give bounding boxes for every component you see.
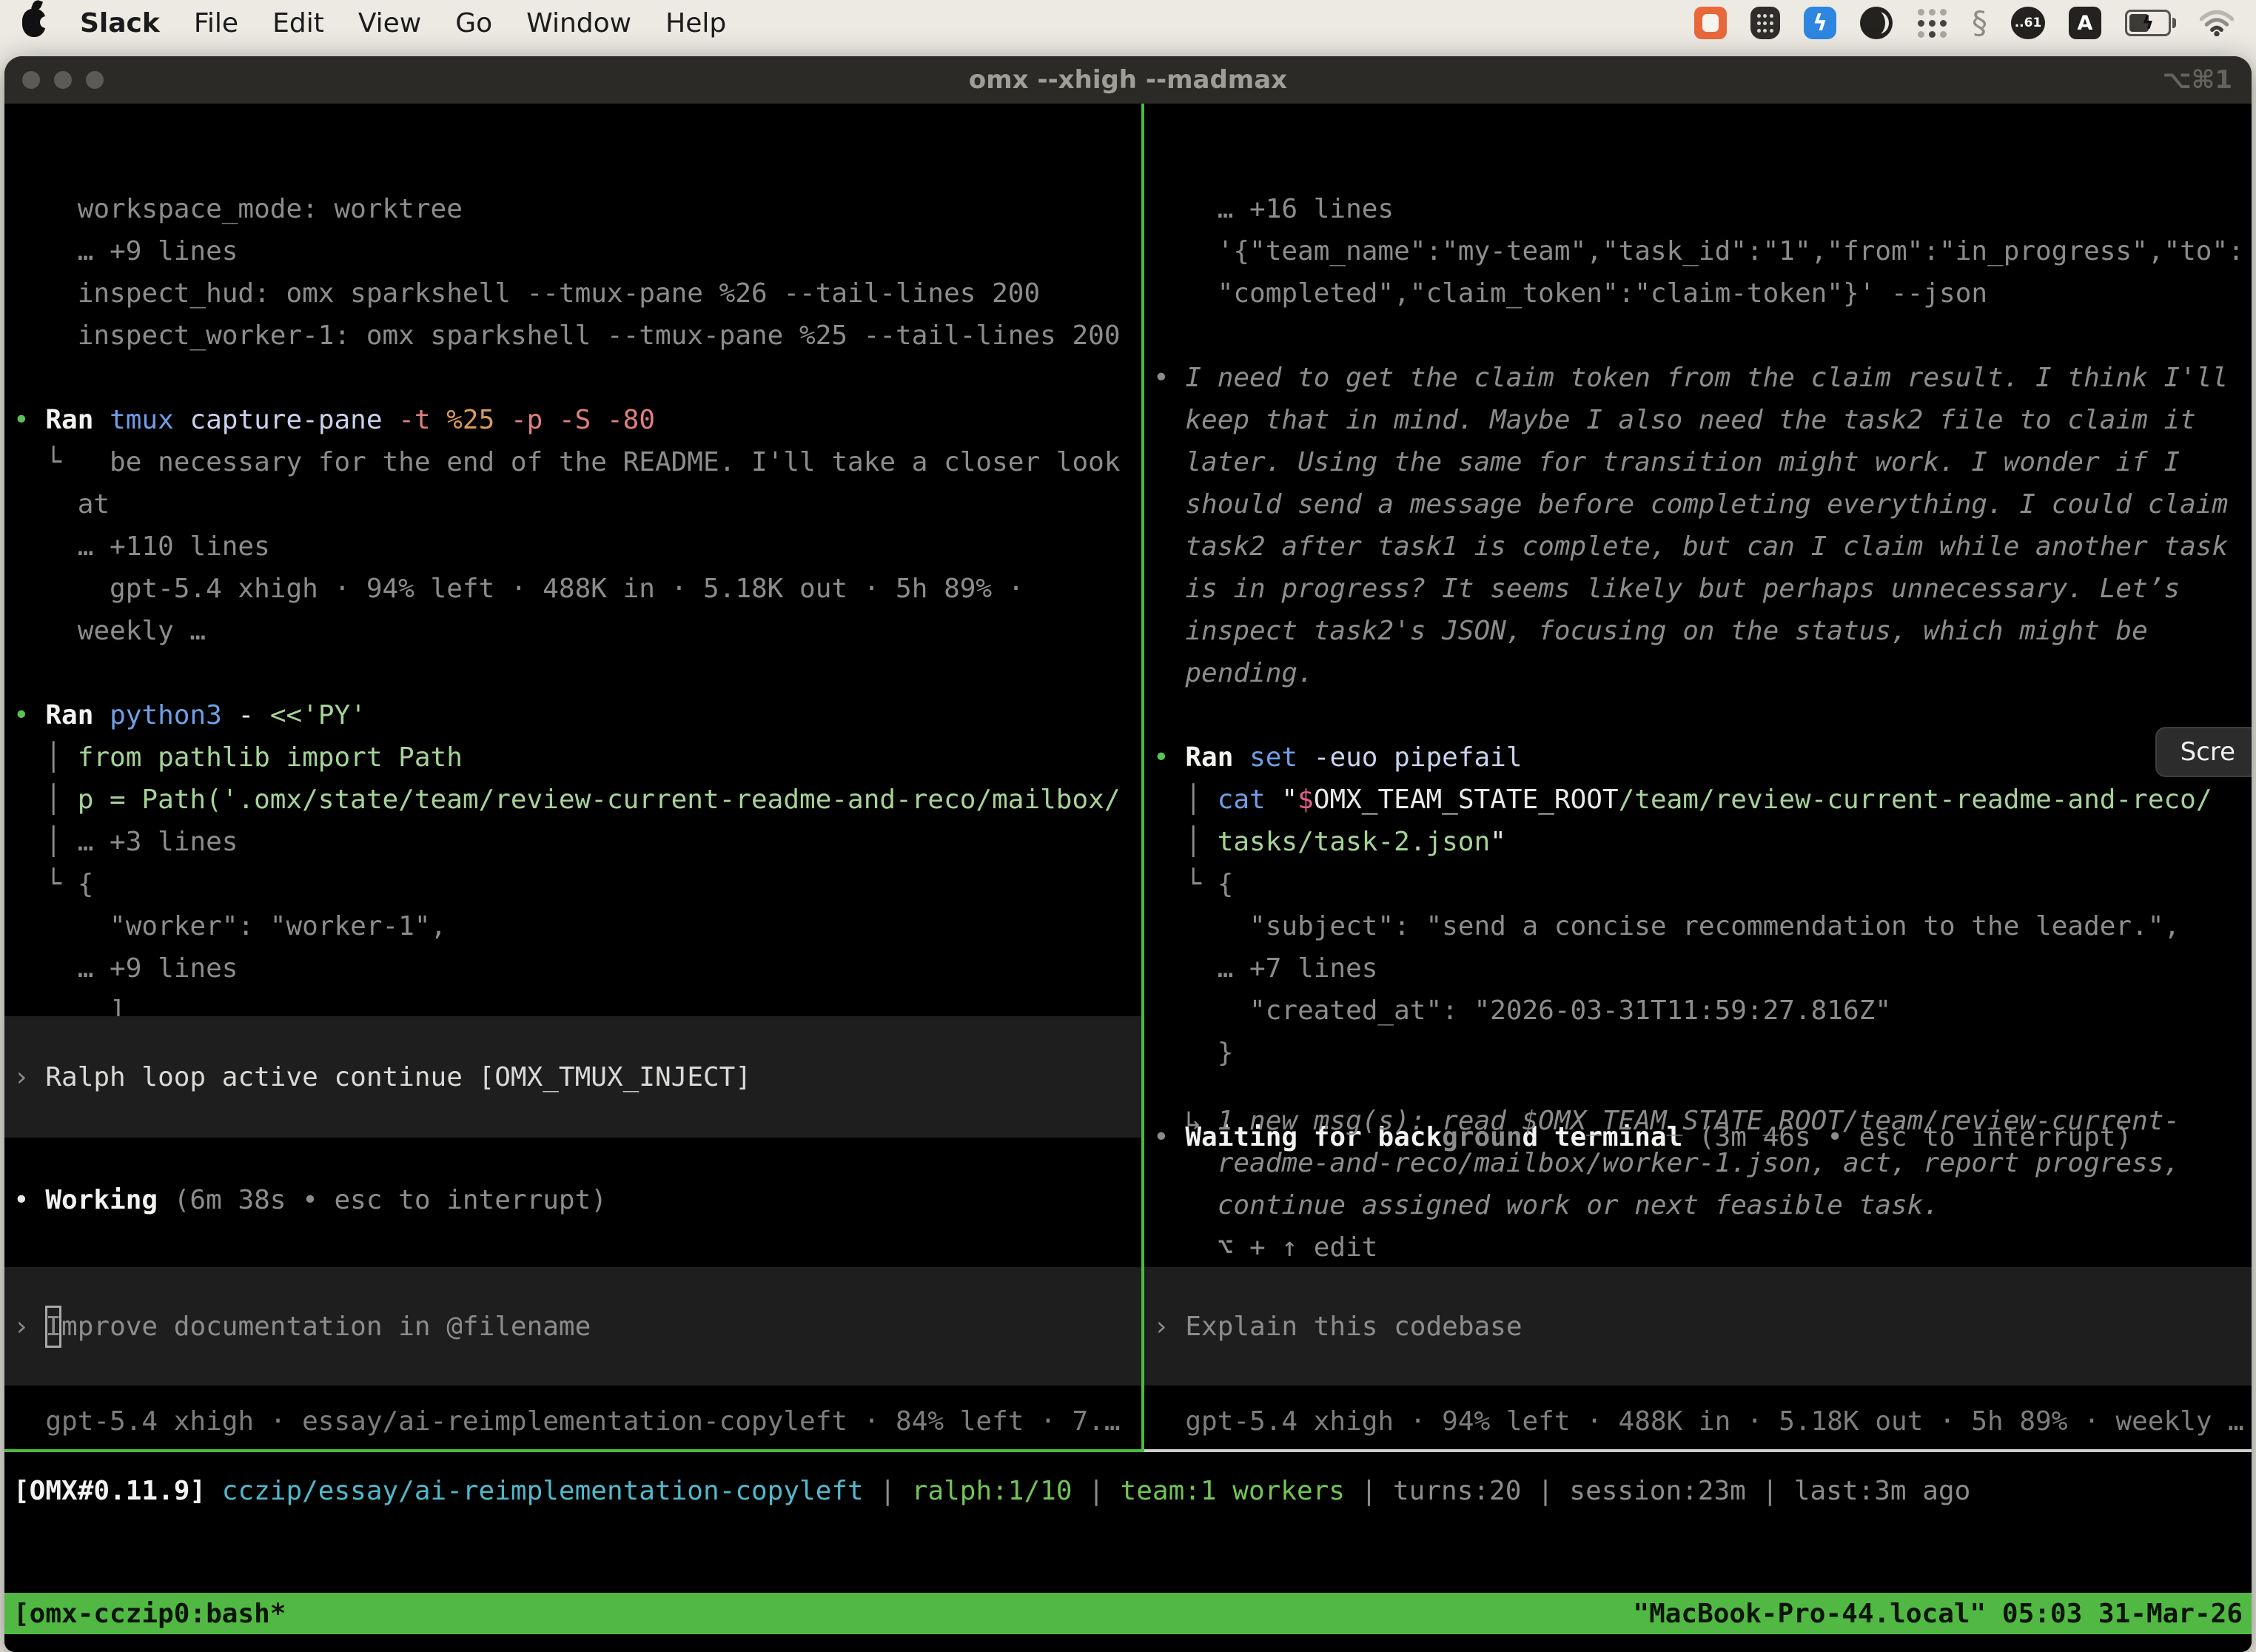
- terminal-line: • Ran python3 - <<'PY': [4, 694, 1141, 736]
- terminal-line: • Ran tmux capture-pane -t %25 -p -S -80: [4, 399, 1141, 441]
- terminal-line: │ from pathlib import Path: [4, 736, 1141, 779]
- terminal-line: should send a message before completing …: [1144, 483, 2252, 526]
- terminal-line: … +9 lines: [4, 230, 1141, 272]
- menu-help[interactable]: Help: [665, 8, 726, 38]
- left-command-input[interactable]: › Improve documentation in @filename: [4, 1267, 1141, 1386]
- terminal-content: workspace_mode: worktree … +9 lines insp…: [4, 104, 2252, 1652]
- terminal-line: ↳ 1 new msg(s): read $OMX_TEAM_STATE_ROO…: [1144, 1100, 2252, 1142]
- macos-menu-bar: Slack File Edit View Go Window Help ϟ § ..61 Aϟ: [0, 0, 2256, 46]
- menubar-status-icons: ϟ § ..61 Aϟ: [1694, 7, 2234, 39]
- terminal-line: keep that in mind. Maybe I also need the…: [1144, 399, 2252, 441]
- terminal-line: task2 after task1 is complete, but can I…: [1144, 526, 2252, 568]
- inject-banner-line: › Ralph loop active continue [OMX_TMUX_I…: [13, 1056, 751, 1098]
- terminal-line: │ p = Path('.omx/state/team/review-curre…: [4, 779, 1141, 821]
- terminal-line: "subject": "send a concise recommendatio…: [1144, 905, 2252, 947]
- right-pane-lines: … +16 lines '{"team_name":"my-team","tas…: [1144, 188, 2252, 1158]
- terminal-line: ⌥ + ↑ edit: [1144, 1226, 2252, 1269]
- terminal-line: inspect task2's JSON, focusing on the st…: [1144, 610, 2252, 652]
- terminal-line: inspect_hud: omx sparkshell --tmux-pane …: [4, 272, 1141, 315]
- terminal-line: … +16 lines: [1144, 188, 2252, 230]
- tmux-session-label: [omx-cczip0:bash*: [13, 1593, 286, 1635]
- terminal-line: • I need to get the claim token from the…: [1144, 357, 2252, 399]
- menu-left: Slack File Edit View Go Window Help: [22, 8, 726, 38]
- window-shortcut-hint: ⌥⌘1: [2163, 65, 2232, 95]
- terminal-line: gpt-5.4 xhigh · 94% left · 488K in · 5.1…: [4, 568, 1141, 610]
- tmux-inject-banner: › Ralph loop active continue [OMX_TMUX_I…: [4, 1016, 1141, 1138]
- close-button[interactable]: [22, 71, 40, 89]
- terminal-line: … +110 lines: [4, 526, 1141, 568]
- right-command-input[interactable]: › Explain this codebase: [1144, 1267, 2252, 1386]
- terminal-line: inspect_worker-1: omx sparkshell --tmux-…: [4, 315, 1141, 357]
- window-title-bar: omx --xhigh --madmax ⌥⌘1: [4, 56, 2252, 104]
- terminal-line: [4, 357, 1141, 399]
- orange-chat-icon[interactable]: [1694, 7, 1727, 39]
- terminal-line: … +7 lines: [1144, 947, 2252, 990]
- apple-menu-icon[interactable]: [22, 9, 46, 37]
- terminal-line: is in progress? It seems likely but perh…: [1144, 568, 2252, 610]
- right-pane-border: [1144, 1449, 2252, 1452]
- terminal-line: │ … +3 lines: [4, 821, 1141, 863]
- minimize-button[interactable]: [54, 71, 72, 89]
- terminal-line: workspace_mode: worktree: [4, 188, 1141, 230]
- terminal-line: … +9 lines: [4, 947, 1141, 990]
- terminal-line: [1144, 315, 2252, 357]
- menu-edit[interactable]: Edit: [272, 8, 324, 38]
- terminal-line: pending.: [1144, 652, 2252, 694]
- crescent-icon[interactable]: [1860, 7, 1893, 39]
- text-cursor: I: [45, 1306, 61, 1348]
- terminal-line: └ {: [4, 863, 1141, 905]
- terminal-line: '{"team_name":"my-team","task_id":"1","f…: [1144, 230, 2252, 272]
- terminal-right-pane: … +16 lines '{"team_name":"my-team","tas…: [1144, 104, 2252, 1449]
- terminal-line: }: [1144, 1032, 2252, 1074]
- prompt-chevron: ›: [1153, 1306, 1185, 1348]
- battery-icon[interactable]: ϟ: [2125, 10, 2176, 36]
- screenshot-tooltip[interactable]: Scre: [2155, 727, 2252, 777]
- terminal-line: • Ran set -euo pipefail: [1144, 736, 2252, 779]
- terminal-line: │ cat "$OMX_TEAM_STATE_ROOT/team/review-…: [1144, 779, 2252, 821]
- prompt-ghost-text: mprove documentation in @filename: [61, 1306, 591, 1348]
- menu-file[interactable]: File: [194, 8, 238, 38]
- menubar-menus: File Edit View Go Window Help: [194, 8, 726, 38]
- terminal-line: └ {: [1144, 863, 2252, 905]
- blue-spark-icon[interactable]: ϟ: [1804, 7, 1836, 39]
- terminal-line: readme-and-reco/mailbox/worker-1.json, a…: [1144, 1142, 2252, 1184]
- terminal-line: "completed","claim_token":"claim-token"}…: [1144, 272, 2252, 315]
- window-title: omx --xhigh --madmax: [4, 65, 2252, 95]
- wifi-icon[interactable]: [2200, 10, 2234, 36]
- terminal-line: continue assigned work or next feasible …: [1144, 1184, 2252, 1226]
- window-controls: [4, 71, 104, 89]
- badge-61-icon[interactable]: ..61: [2011, 7, 2045, 39]
- grid-shield-icon[interactable]: [1750, 7, 1780, 39]
- squiggle-icon[interactable]: §: [1972, 7, 1987, 39]
- left-pane-lines: workspace_mode: worktree … +9 lines insp…: [4, 188, 1141, 1074]
- working-status-line: • Working (6m 38s • esc to interrupt): [4, 1179, 1141, 1221]
- terminal-line: later. Using the same for transition mig…: [1144, 441, 2252, 483]
- prompt-ghost-text: Explain this codebase: [1185, 1306, 1522, 1348]
- left-pane-border: [4, 1449, 1141, 1452]
- prompt-chevron: ›: [13, 1306, 45, 1348]
- menu-go[interactable]: Go: [455, 8, 492, 38]
- terminal-line: [4, 652, 1141, 694]
- terminal-line: │ tasks/task-2.json": [1144, 821, 2252, 863]
- left-model-status-line: gpt-5.4 xhigh · essay/ai-reimplementatio…: [4, 1400, 1141, 1443]
- terminal-line: "created_at": "2026-03-31T11:59:27.816Z": [1144, 990, 2252, 1032]
- terminal-window: omx --xhigh --madmax ⌥⌘1 workspace_mode:…: [4, 56, 2252, 1652]
- tmux-host-clock-label: "MacBook-Pro-44.local" 05:03 31-Mar-26: [1633, 1593, 2243, 1635]
- terminal-line: at: [4, 483, 1141, 526]
- menu-view[interactable]: View: [358, 8, 421, 38]
- terminal-line: weekly …: [4, 610, 1141, 652]
- terminal-left-pane: workspace_mode: worktree … +9 lines insp…: [4, 104, 1141, 1449]
- menu-window[interactable]: Window: [526, 8, 631, 38]
- zoom-button[interactable]: [86, 71, 104, 89]
- terminal-line: "worker": "worker-1",: [4, 905, 1141, 947]
- input-source-icon[interactable]: A: [2069, 7, 2101, 39]
- right-model-status-line: gpt-5.4 xhigh · 94% left · 488K in · 5.1…: [1144, 1400, 2252, 1443]
- mailbox-followup-block: ↳ 1 new msg(s): read $OMX_TEAM_STATE_ROO…: [1144, 1100, 2252, 1269]
- terminal-line: [1144, 694, 2252, 736]
- omx-status-bar: [OMX#0.11.9] cczip/essay/ai-reimplementa…: [4, 1470, 2252, 1512]
- menu-app-name[interactable]: Slack: [80, 8, 160, 38]
- tmux-status-bar: [omx-cczip0:bash* "MacBook-Pro-44.local"…: [4, 1593, 2252, 1634]
- dot-grid-icon[interactable]: [1916, 7, 1948, 39]
- terminal-line: └ be necessary for the end of the README…: [4, 441, 1141, 483]
